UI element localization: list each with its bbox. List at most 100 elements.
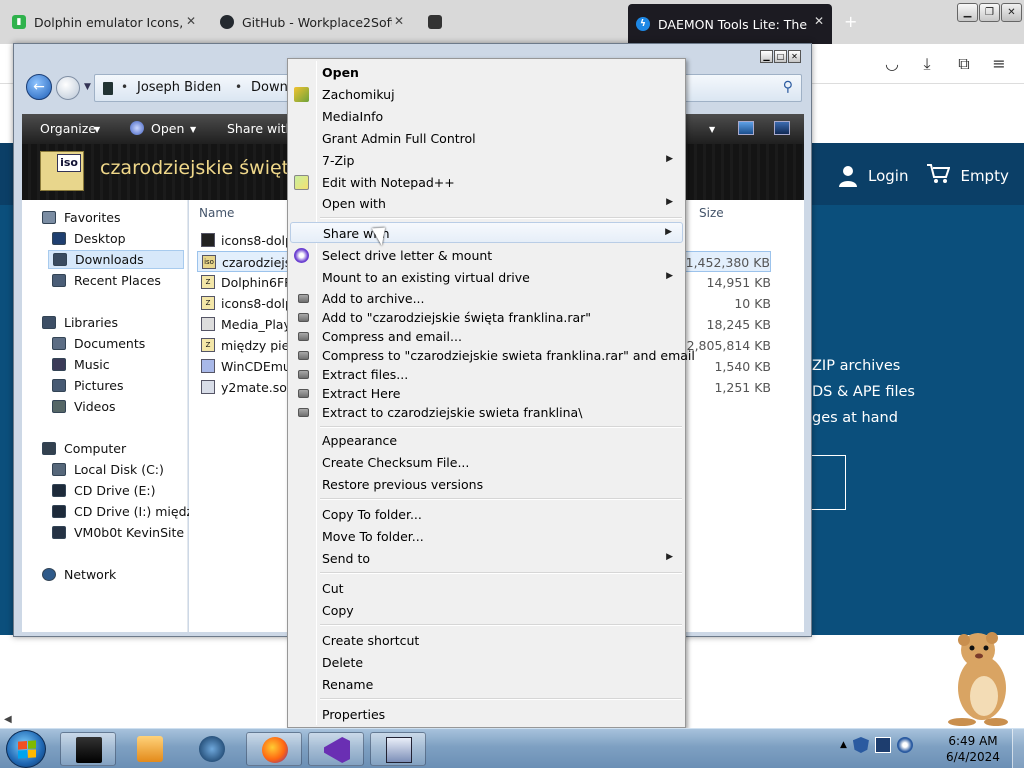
nav-cd-drive-e[interactable]: CD Drive (E:) [52,481,156,500]
restore-button[interactable]: ❐ [979,3,1000,22]
close-button[interactable]: ✕ [1001,3,1022,22]
nav-music[interactable]: Music [52,355,110,374]
new-tab-button[interactable]: + [844,12,857,31]
nav-documents[interactable]: Documents [52,334,145,353]
show-desktop-button[interactable] [1012,729,1024,768]
close-tab-icon[interactable]: ✕ [186,14,196,28]
download-icon[interactable]: ⤓ [917,54,937,74]
taskbar-media-player[interactable] [122,732,178,766]
menu-item-zachomikuj[interactable]: Zachomikuj [290,84,683,105]
column-header-name[interactable]: Name [199,206,234,220]
taskbar-setup-app[interactable] [370,732,426,766]
menu-item-add-archive[interactable]: Add to archive... [290,288,683,309]
taskbar-explorer[interactable] [60,732,116,766]
menu-item-edit-notepad[interactable]: Edit with Notepad++ [290,172,683,193]
menu-item-add-to-rar[interactable]: Add to "czarodziejskie święta franklina.… [290,307,683,328]
help-icon[interactable] [774,121,790,135]
menu-item-copy[interactable]: Copy [290,600,683,621]
tab-dolphin-icons[interactable]: ▮ Dolphin emulator Icons, Log ✕ [4,4,204,40]
tab-third[interactable] [420,4,620,40]
taskbar-visual-studio[interactable] [308,732,364,766]
setup-file-icon [201,359,215,373]
preview-pane-icon[interactable] [738,121,754,135]
back-button[interactable]: ← [26,74,52,100]
clock[interactable]: 6:49 AM 6/4/2024 [940,733,1006,765]
menu-item-compress-email[interactable]: Compress and email... [290,326,683,347]
file-size: 1,540 KB [714,359,771,374]
tab-github[interactable]: GitHub - Workplace2Softwa ✕ [212,4,412,40]
start-button[interactable] [6,730,46,768]
menu-item-create-checksum[interactable]: Create Checksum File... [290,452,683,473]
cart-link[interactable]: Empty [960,167,1008,185]
extensions-icon[interactable]: ⧉ [954,54,974,74]
menu-item-share-with[interactable]: Share with ▶ [290,222,683,243]
menu-item-extract-here[interactable]: Extract Here [290,383,683,404]
shield-icon[interactable] [852,737,869,753]
menu-item-properties[interactable]: Properties [290,704,683,725]
organize-dropdown-icon[interactable]: ▼ [94,125,100,134]
breadcrumb-user[interactable]: Joseph Biden [137,80,221,95]
menu-item-open-with[interactable]: Open with ▶ [290,193,683,214]
menu-item-grant-admin[interactable]: Grant Admin Full Control [290,128,683,149]
file-size: 14,951 KB [706,275,771,290]
menu-item-7zip[interactable]: 7-Zip ▶ [290,150,683,171]
scroll-left-icon[interactable]: ◀ [4,714,12,725]
view-dropdown-icon[interactable]: ▼ [709,125,715,134]
nav-favorites[interactable]: Favorites [42,208,120,227]
nav-network[interactable]: Network [42,565,116,584]
share-with-button[interactable]: Share with [227,121,294,136]
nav-cd-drive-i[interactable]: CD Drive (I:) między [52,502,200,521]
menu-item-mount-existing[interactable]: Mount to an existing virtual drive ▶ [290,267,683,288]
taskbar-firefox[interactable] [246,732,302,766]
login-link[interactable]: Login [868,167,908,185]
search-icon[interactable]: ⚲ [783,79,793,95]
menu-item-compress-rar-email[interactable]: Compress to "czarodziejskie swieta frank… [290,345,695,366]
nav-computer[interactable]: Computer [42,439,126,458]
minimize-button[interactable]: ▁ [957,3,978,22]
menu-item-restore-versions[interactable]: Restore previous versions [290,474,683,495]
explorer-close-button[interactable]: ✕ [788,50,801,63]
menu-item-mediainfo[interactable]: MediaInfo [290,106,683,127]
menu-item-create-shortcut[interactable]: Create shortcut [290,630,683,651]
tab-daemon-tools[interactable]: ϟ DAEMON Tools Lite: The mo ✕ [628,4,832,44]
hamster-mascot-icon[interactable] [934,626,1018,726]
organize-button[interactable]: Organize [40,121,96,136]
menu-item-extract-files[interactable]: Extract files... [290,364,683,385]
nav-libraries[interactable]: Libraries [42,313,118,332]
menu-item-cut[interactable]: Cut [290,578,683,599]
nav-local-disk[interactable]: Local Disk (C:) [52,460,164,479]
menu-item-appearance[interactable]: Appearance [290,430,683,451]
nav-videos[interactable]: Videos [52,397,116,416]
nav-downloads[interactable]: Downloads [48,250,184,269]
open-button[interactable]: Open [151,121,184,136]
menu-item-send-to[interactable]: Send to ▶ [290,548,683,569]
menu-item-extract-to[interactable]: Extract to czarodziejskie swieta frankli… [290,402,683,423]
close-tab-icon[interactable]: ✕ [394,14,404,28]
open-dropdown-icon[interactable]: ▼ [190,125,196,134]
recent-pages-dropdown-icon[interactable]: ▼ [84,82,91,92]
nav-pictures[interactable]: Pictures [52,376,124,395]
show-hidden-icons-icon[interactable]: ▲ [840,740,847,750]
network-tray-icon[interactable] [874,737,891,753]
menu-label: Add to "czarodziejskie święta franklina.… [322,310,592,325]
nav-recent-places[interactable]: Recent Places [52,271,161,290]
explorer-minimize-button[interactable]: ▁ [760,50,773,63]
volume-icon[interactable] [896,737,913,753]
menu-item-rename[interactable]: Rename [290,674,683,695]
menu-item-delete[interactable]: Delete [290,652,683,673]
explorer-maximize-button[interactable]: □ [774,50,787,63]
menu-item-select-drive[interactable]: Select drive letter & mount [290,245,683,266]
menu-item-move-to-folder[interactable]: Move To folder... [290,526,683,547]
column-header-size[interactable]: Size [699,206,724,220]
nav-vm-share[interactable]: VM0b0t KevinSite [52,523,184,542]
menu-item-open[interactable]: Open [290,62,683,83]
breadcrumb-downloads[interactable]: Down [251,80,288,95]
pocket-icon[interactable]: ◡ [882,54,902,74]
close-tab-icon[interactable]: ✕ [814,14,824,28]
nav-desktop[interactable]: Desktop [52,229,126,248]
forward-button[interactable] [56,76,80,100]
taskbar-globe-app[interactable] [184,732,240,766]
menu-item-copy-to-folder[interactable]: Copy To folder... [290,504,683,525]
menu-icon[interactable]: ≡ [989,54,1009,74]
nav-label: Local Disk (C:) [74,462,164,477]
